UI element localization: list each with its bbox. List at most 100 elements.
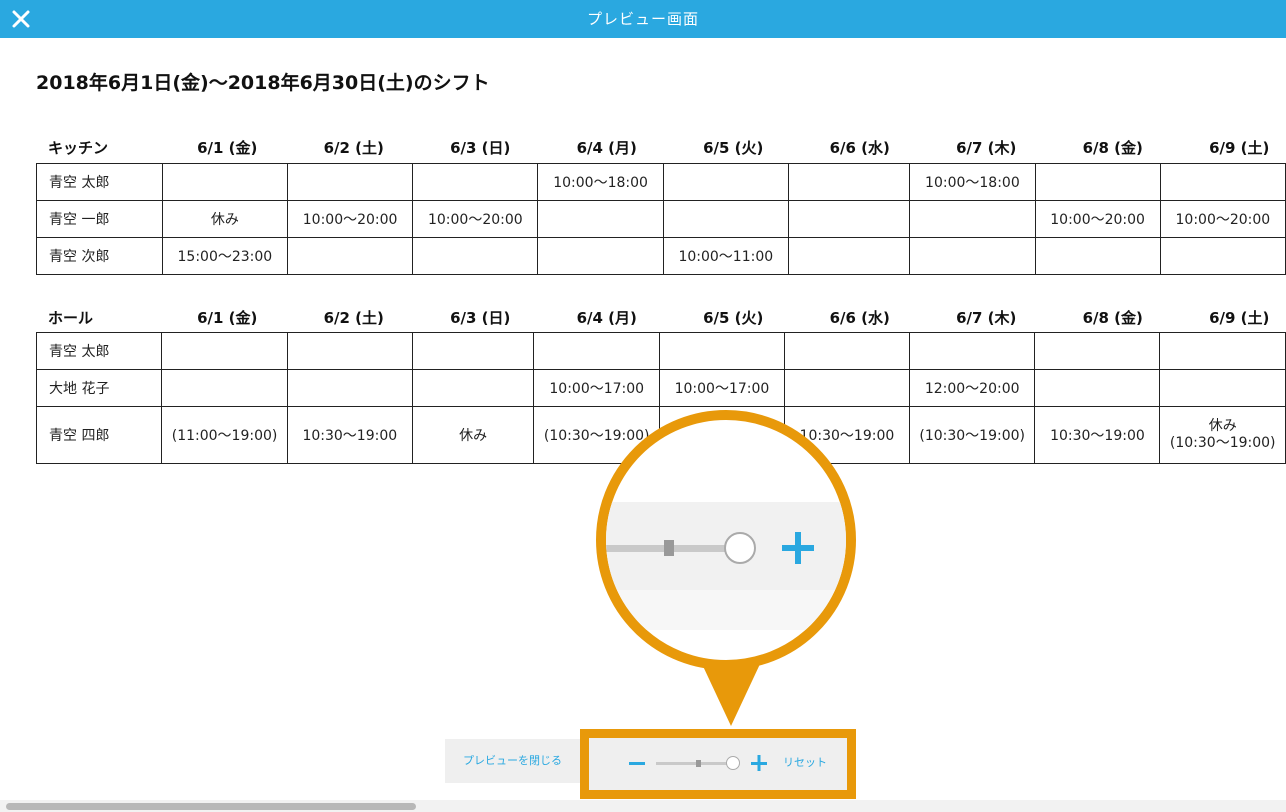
shift-cell[interactable] — [1034, 369, 1161, 407]
shift-cell[interactable] — [412, 163, 539, 201]
shift-cell[interactable] — [286, 369, 413, 407]
kitchen-day-header: 6/5 (火) — [703, 139, 764, 157]
shift-cell[interactable] — [908, 332, 1036, 370]
hall-day-header: 6/2 (土) — [323, 309, 384, 327]
shift-cell[interactable] — [1159, 237, 1286, 275]
shift-cell[interactable] — [658, 332, 785, 370]
shift-cell[interactable] — [286, 332, 413, 370]
shift-cell[interactable]: 10:00〜20:00 — [286, 200, 414, 238]
hall-day-header: 6/8 (金) — [1082, 309, 1143, 327]
zoom-controls: リセット — [608, 750, 838, 780]
zoom-slider-handle[interactable] — [726, 756, 740, 770]
header-title: プレビュー画面 — [586, 10, 699, 28]
staff-name: 大地 花子 — [35, 369, 163, 407]
hall-day-header: 6/9 (土) — [1209, 309, 1270, 327]
staff-name: 青空 四郎 — [35, 406, 163, 464]
hall-day-header: 6/1 (金) — [197, 309, 258, 327]
shift-cell[interactable]: (10:30〜19:00) — [908, 406, 1036, 464]
shift-cell[interactable] — [783, 369, 910, 407]
shift-cell[interactable] — [533, 332, 660, 370]
hall-day-header: 6/5 (火) — [703, 309, 764, 327]
shift-cell[interactable] — [787, 200, 911, 238]
table-row: 大地 花子 10:00〜17:00 10:00〜17:00 12:00〜20:00 — [35, 369, 1286, 407]
shift-cell[interactable] — [412, 237, 539, 275]
shift-cell[interactable] — [1034, 332, 1161, 370]
shift-cell[interactable] — [537, 237, 664, 275]
shift-cell[interactable] — [1159, 332, 1286, 370]
shift-cell[interactable] — [286, 163, 414, 201]
shift-cell[interactable]: 10:00〜18:00 — [909, 163, 1036, 201]
kitchen-day-header: 6/3 (日) — [450, 139, 511, 157]
hall-day-header: 6/3 (日) — [450, 309, 511, 327]
horizontal-scrollbar-thumb[interactable] — [6, 803, 416, 810]
shift-cell[interactable]: 10:00〜20:00 — [1159, 200, 1286, 238]
shift-cell[interactable]: 10:00〜20:00 — [412, 200, 539, 238]
shift-cell[interactable] — [161, 369, 288, 407]
shift-cell[interactable] — [411, 332, 535, 370]
shift-cell[interactable] — [411, 369, 535, 407]
kitchen-day-header: 6/8 (金) — [1082, 139, 1143, 157]
shift-cell[interactable]: (11:00〜19:00) — [161, 406, 288, 464]
zoom-reset-button[interactable]: リセット — [783, 752, 827, 774]
zoom-out-icon[interactable] — [626, 752, 648, 774]
shift-cell[interactable]: 10:00〜11:00 — [662, 237, 789, 275]
shift-cell[interactable] — [1034, 163, 1161, 201]
hall-day-header: 6/7 (木) — [956, 309, 1017, 327]
close-preview-button[interactable]: プレビューを閉じる — [463, 739, 562, 783]
shift-cell-line: 休み — [1208, 418, 1237, 434]
shift-cell[interactable] — [909, 237, 1036, 275]
shift-cell[interactable]: 15:00〜23:00 — [161, 237, 288, 275]
hall-day-header: 6/4 (月) — [576, 309, 637, 327]
shift-cell[interactable] — [1159, 369, 1286, 407]
shift-cell[interactable] — [662, 163, 789, 201]
shift-cell[interactable]: 10:00〜17:00 — [533, 369, 660, 407]
shift-cell[interactable] — [1159, 163, 1286, 201]
magnified-zoom-in-icon — [782, 532, 814, 564]
kitchen-day-header: 6/1 (金) — [197, 139, 258, 157]
table-row: 青空 太郎 10:00〜18:00 10:00〜18:00 — [36, 163, 1286, 201]
hall-day-header: 6/6 (水) — [829, 309, 890, 327]
shift-cell[interactable] — [909, 200, 1036, 238]
kitchen-day-header: 6/4 (月) — [576, 139, 637, 157]
shift-cell[interactable]: 10:00〜20:00 — [1034, 200, 1161, 238]
magnifier-lower-band — [606, 590, 846, 630]
kitchen-section-label: キッチン — [48, 139, 109, 157]
table-row: 青空 次郎 15:00〜23:00 10:00〜11:00 — [36, 237, 1286, 275]
table-row: 青空 一郎 休み 10:00〜20:00 10:00〜20:00 10:00〜20:00… — [36, 200, 1286, 238]
shift-cell[interactable]: 10:30〜19:00 — [286, 406, 413, 464]
shift-cell-line: (10:30〜19:00) — [1169, 435, 1276, 451]
shift-cell[interactable] — [161, 163, 288, 201]
shift-cell[interactable]: 休み — [411, 406, 535, 464]
zoom-in-icon[interactable] — [748, 752, 770, 774]
shift-cell[interactable] — [161, 332, 288, 370]
staff-name: 青空 次郎 — [36, 237, 163, 275]
shift-cell[interactable] — [787, 237, 911, 275]
page-title: 2018年6月1日(金)〜2018年6月30日(土)のシフト — [36, 72, 490, 94]
shift-cell[interactable] — [1034, 237, 1161, 275]
kitchen-day-header: 6/6 (水) — [829, 139, 890, 157]
staff-name: 青空 太郎 — [35, 332, 163, 370]
shift-cell[interactable] — [662, 200, 789, 238]
shift-cell[interactable]: 10:30〜19:00 — [1034, 406, 1161, 464]
shift-cell[interactable]: 12:00〜20:00 — [908, 369, 1036, 407]
shift-cell[interactable]: 休み (10:30〜19:00) — [1159, 406, 1286, 464]
kitchen-day-header: 6/2 (土) — [323, 139, 384, 157]
shift-cell[interactable] — [787, 163, 911, 201]
table-row: 青空 太郎 — [35, 332, 1286, 370]
zoom-controls-highlight: リセット — [580, 729, 856, 799]
shift-cell[interactable]: 10:00〜17:00 — [658, 369, 785, 407]
shift-cell[interactable]: 休み — [161, 200, 288, 238]
shift-cell[interactable] — [783, 332, 910, 370]
hall-section-label: ホール — [48, 309, 94, 327]
kitchen-day-header: 6/7 (木) — [956, 139, 1017, 157]
preview-header: プレビュー画面 — [0, 0, 1286, 38]
staff-name: 青空 一郎 — [36, 200, 163, 238]
kitchen-table: 青空 太郎 10:00〜18:00 10:00〜18:00 青空 一郎 休み 10:00〜… — [36, 163, 1286, 275]
shift-cell[interactable] — [537, 200, 664, 238]
zoom-slider-default-mark — [696, 760, 701, 767]
magnified-slider-handle — [724, 532, 756, 564]
magnified-slider-mark — [664, 540, 674, 556]
magnifier-callout — [596, 410, 856, 670]
shift-cell[interactable] — [286, 237, 414, 275]
shift-cell[interactable]: 10:00〜18:00 — [537, 163, 664, 201]
